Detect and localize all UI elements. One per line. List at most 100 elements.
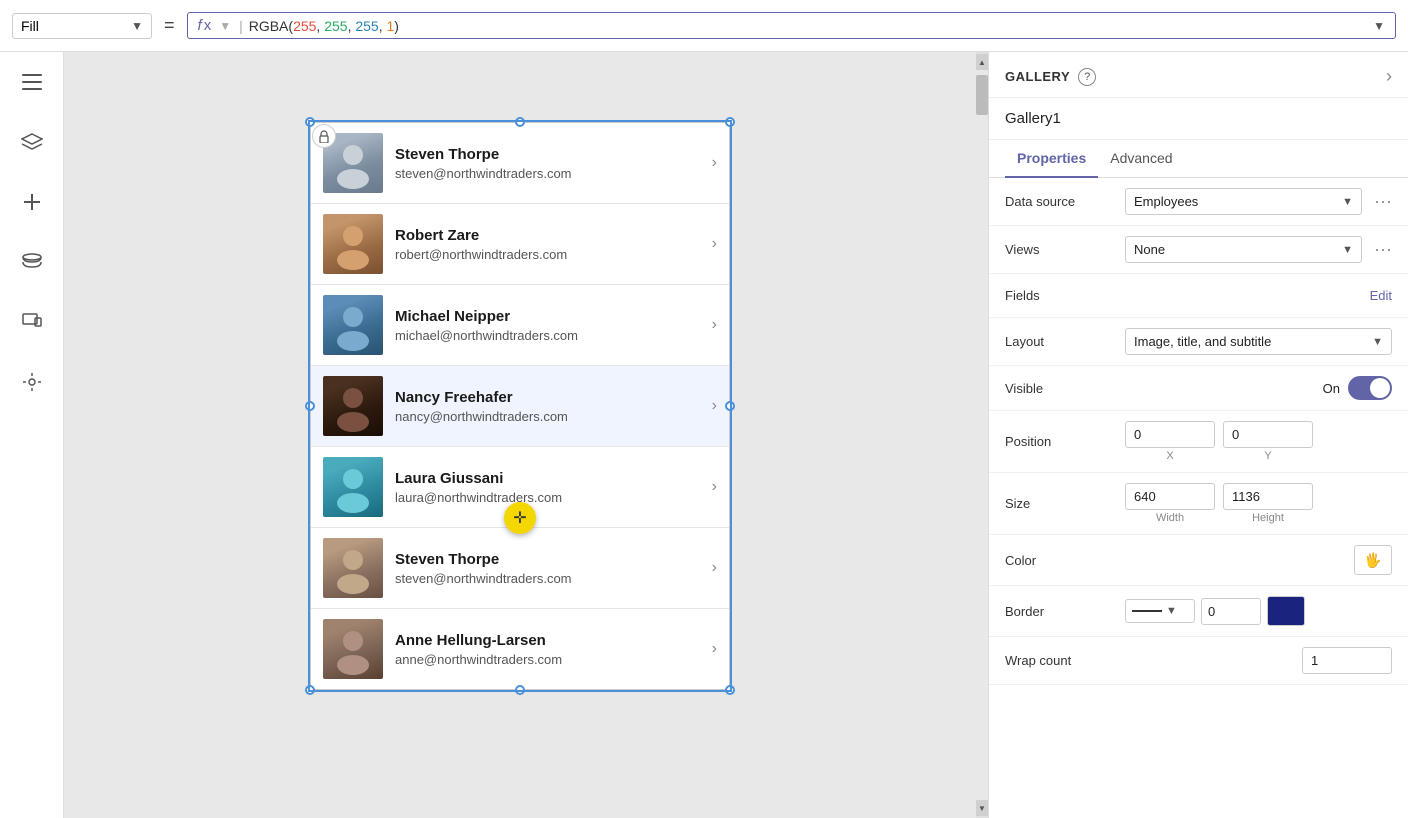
item-info-3: Michael Neipper michael@northwindtraders… [395, 308, 700, 343]
position-value: X Y [1125, 421, 1392, 462]
position-y-input[interactable] [1223, 421, 1313, 448]
equals-sign: = [160, 15, 179, 36]
formula-bar[interactable]: fx ▼ | RGBA(255, 255, 255, 1) ▼ [187, 12, 1396, 39]
wrapcount-input[interactable] [1302, 647, 1392, 674]
panel-back-button[interactable]: › [1386, 66, 1392, 87]
prop-row-color: Color 🖐 [989, 535, 1408, 586]
canvas-scrollbar[interactable]: ▲ ▼ [976, 52, 988, 818]
sidebar-tools-icon[interactable] [14, 364, 50, 400]
item-info-4: Nancy Freehafer nancy@northwindtraders.c… [395, 389, 700, 424]
size-height-input[interactable] [1223, 483, 1313, 510]
gallery-widget[interactable]: ✛ Steven Thorpe steven@northwindtraders.… [310, 122, 730, 690]
tab-advanced[interactable]: Advanced [1098, 140, 1184, 178]
avatar-7 [323, 619, 383, 679]
gallery-item[interactable]: Robert Zare robert@northwindtraders.com … [311, 204, 729, 285]
position-y-label: Y [1223, 450, 1313, 462]
scroll-thumb[interactable] [976, 75, 988, 115]
gallery-item[interactable]: Anne Hellung-Larsen anne@northwindtrader… [311, 609, 729, 689]
views-selected: None [1134, 242, 1338, 257]
fill-dropdown[interactable]: Fill ▼ [12, 13, 152, 39]
color-label: Color [1005, 553, 1125, 568]
fields-edit-link[interactable]: Edit [1370, 288, 1392, 303]
views-more[interactable]: ··· [1374, 239, 1392, 260]
rgba-g: 255 [324, 18, 347, 34]
sidebar-database-icon[interactable] [14, 244, 50, 280]
fields-label: Fields [1005, 288, 1125, 303]
scroll-up-arrow[interactable]: ▲ [976, 54, 988, 70]
color-swatch-container: 🖐 [1354, 545, 1392, 575]
handle-top-right[interactable] [725, 117, 735, 127]
border-color-swatch[interactable] [1267, 596, 1305, 626]
datasource-value: Employees ▼ ··· [1125, 188, 1392, 215]
position-y-box: Y [1223, 421, 1313, 462]
layout-dropdown[interactable]: Image, title, and subtitle ▼ [1125, 328, 1392, 355]
visible-value: On [1125, 376, 1392, 400]
item-name-6: Steven Thorpe [395, 551, 700, 568]
sidebar-screen-icon[interactable] [14, 304, 50, 340]
visible-toggle[interactable] [1348, 376, 1392, 400]
sidebar-layers-icon[interactable] [14, 124, 50, 160]
canvas-area[interactable]: ✛ Steven Thorpe steven@northwindtraders.… [64, 52, 976, 818]
fill-dropdown-chevron: ▼ [131, 19, 143, 33]
border-style-chevron: ▼ [1166, 605, 1177, 617]
border-style-dropdown[interactable]: ▼ [1125, 599, 1195, 623]
size-width-input[interactable] [1125, 483, 1215, 510]
size-inputs: Width Height [1125, 483, 1392, 524]
fx-icon: fx [198, 17, 212, 34]
position-inputs: X Y [1125, 421, 1392, 462]
sidebar-add-icon[interactable] [14, 184, 50, 220]
avatar-5 [323, 457, 383, 517]
color-value: 🖐 [1125, 545, 1392, 575]
datasource-label: Data source [1005, 194, 1125, 209]
item-email-2: robert@northwindtraders.com [395, 247, 700, 262]
item-name-2: Robert Zare [395, 227, 700, 244]
size-height-box: Height [1223, 483, 1313, 524]
visible-toggle-container: On [1323, 376, 1392, 400]
gallery-item-selected[interactable]: Nancy Freehafer nancy@northwindtraders.c… [311, 366, 729, 447]
item-name-7: Anne Hellung-Larsen [395, 632, 700, 649]
item-info-7: Anne Hellung-Larsen anne@northwindtrader… [395, 632, 700, 667]
item-name-3: Michael Neipper [395, 308, 700, 325]
scroll-down-arrow[interactable]: ▼ [976, 800, 988, 816]
item-info-2: Robert Zare robert@northwindtraders.com [395, 227, 700, 262]
gallery-item[interactable]: Michael Neipper michael@northwindtraders… [311, 285, 729, 366]
border-width-input[interactable] [1201, 598, 1261, 625]
left-sidebar [0, 52, 64, 818]
wrapcount-label: Wrap count [1005, 653, 1125, 668]
gallery-item[interactable]: Steven Thorpe steven@northwindtraders.co… [311, 123, 729, 204]
avatar-2 [323, 214, 383, 274]
size-label: Size [1005, 496, 1125, 511]
handle-bot-right[interactable] [725, 685, 735, 695]
gallery-item[interactable]: Steven Thorpe steven@northwindtraders.co… [311, 528, 729, 609]
handle-bot-mid[interactable] [515, 685, 525, 695]
position-x-box: X [1125, 421, 1215, 462]
datasource-selected: Employees [1134, 194, 1338, 209]
panel-help-button[interactable]: ? [1078, 68, 1096, 86]
handle-mid-left[interactable] [305, 401, 315, 411]
color-swatch-button[interactable]: 🖐 [1354, 545, 1392, 575]
scroll-track[interactable] [976, 70, 988, 800]
gallery-list: Steven Thorpe steven@northwindtraders.co… [310, 122, 730, 690]
handle-mid-right[interactable] [725, 401, 735, 411]
item-chevron-1: › [712, 154, 717, 172]
visible-toggle-label: On [1323, 381, 1340, 396]
handle-top-left[interactable] [305, 117, 315, 127]
datasource-more[interactable]: ··· [1374, 191, 1392, 212]
datasource-dropdown[interactable]: Employees ▼ [1125, 188, 1362, 215]
views-label: Views [1005, 242, 1125, 257]
position-x-input[interactable] [1125, 421, 1215, 448]
top-bar: Fill ▼ = fx ▼ | RGBA(255, 255, 255, 1) ▼ [0, 0, 1408, 52]
sidebar-menu-icon[interactable] [14, 64, 50, 100]
item-email-4: nancy@northwindtraders.com [395, 409, 700, 424]
rgba-r: 255 [293, 18, 316, 34]
fields-value: Edit [1125, 288, 1392, 303]
prop-row-visible: Visible On [989, 366, 1408, 411]
gallery-name-text: Gallery1 [1005, 110, 1061, 127]
fill-label: Fill [21, 18, 39, 34]
prop-row-layout: Layout Image, title, and subtitle ▼ [989, 318, 1408, 366]
handle-top-mid[interactable] [515, 117, 525, 127]
tab-properties[interactable]: Properties [1005, 140, 1098, 178]
views-dropdown[interactable]: None ▼ [1125, 236, 1362, 263]
border-label: Border [1005, 604, 1125, 619]
handle-bot-left[interactable] [305, 685, 315, 695]
